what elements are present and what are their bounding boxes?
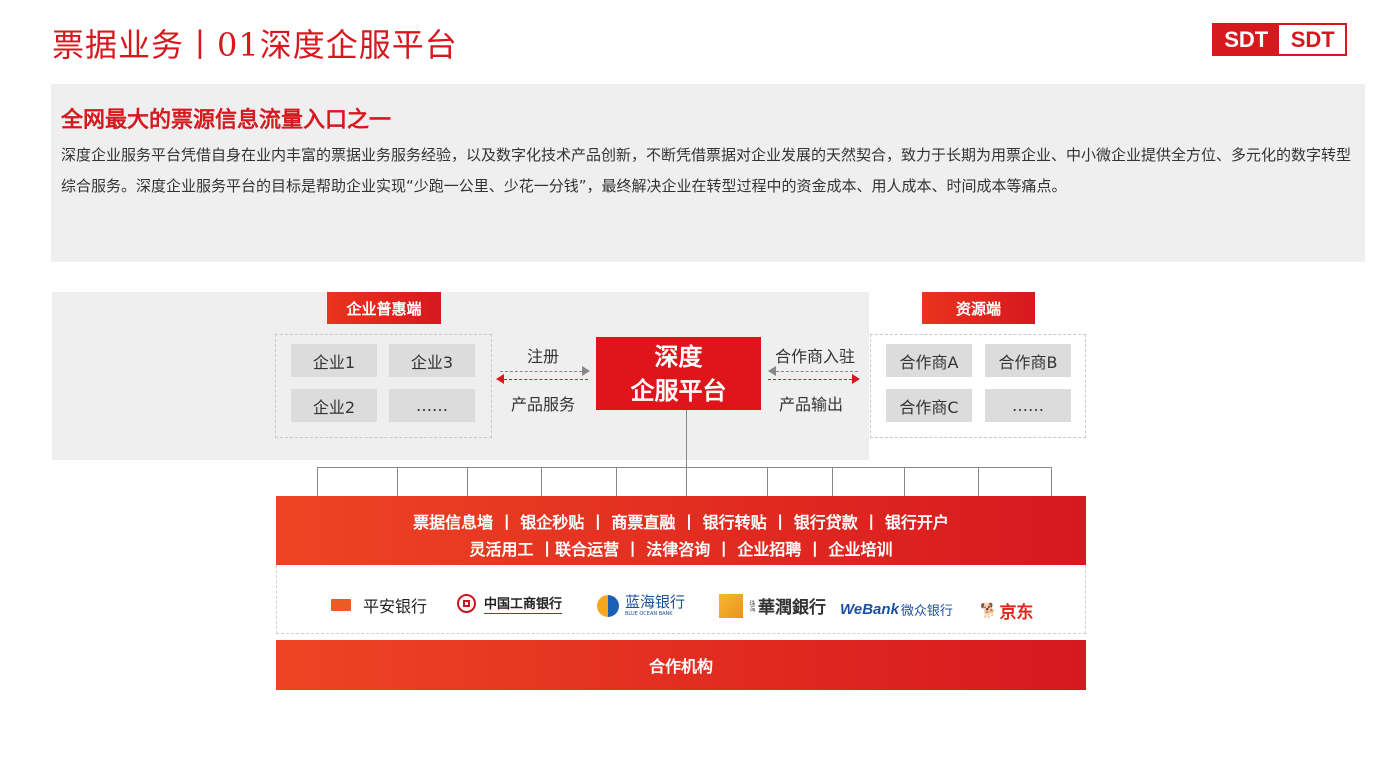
page-title: 票据业务丨01深度企服平台 xyxy=(52,26,458,64)
intro-heading: 全网最大的票源信息流量入口之一 xyxy=(61,108,392,133)
label-product-output: 产品输出 xyxy=(779,395,844,414)
connector-drop xyxy=(616,467,617,496)
tag-enterprise: 企业普惠端 xyxy=(327,292,441,324)
enterprise-chip: 企业3 xyxy=(389,344,475,377)
arrow-right-icon xyxy=(852,374,860,384)
intro-body: 深度企业服务平台凭借自身在业内丰富的票据业务服务经验，以及数字化技术产品创新，不… xyxy=(61,146,1352,195)
jd-dog-icon: 🐕 xyxy=(980,602,998,619)
sdt-logo: SDT SDT xyxy=(1212,23,1347,56)
connector-drop xyxy=(978,467,979,496)
platform-line-2: 企服平台 xyxy=(630,377,727,405)
lanhai-icon xyxy=(597,595,619,617)
enterprise-chip: 企业2 xyxy=(291,389,377,422)
partner-institutions-bar: 合作机构 xyxy=(276,640,1086,690)
connector-trunk xyxy=(686,410,687,496)
huarun-icon xyxy=(719,593,743,618)
platform-box: 深度 企服平台 xyxy=(596,337,761,410)
huarun-logo: 珠海 華潤銀行 xyxy=(719,593,826,618)
connector-drop xyxy=(904,467,905,496)
icbc-logo: 中国工商银行 xyxy=(457,593,563,614)
connector-bar xyxy=(317,467,1052,468)
lanhai-logo: 蓝海银行 BLUE OCEAN BANK xyxy=(597,595,685,617)
pingan-logo: 平安银行 xyxy=(331,593,427,617)
connector-drop xyxy=(1051,467,1052,496)
pingan-icon xyxy=(331,599,351,611)
connector-drop xyxy=(317,467,318,496)
webank-logo: WeBank 微众银行 xyxy=(840,600,953,619)
platform-line-1: 深度 xyxy=(654,343,703,371)
arrow-output-line xyxy=(768,379,852,380)
partner-chip: 合作商A xyxy=(886,344,972,377)
label-partner-join: 合作商入驻 xyxy=(775,347,856,366)
webank-cn-name: 微众银行 xyxy=(900,604,953,619)
jd-logo: 🐕 京东 xyxy=(980,598,1034,624)
partner-chip: …… xyxy=(985,389,1071,422)
logo-text-right: SDT xyxy=(1278,25,1345,54)
logo-text-left: SDT xyxy=(1214,25,1279,54)
partner-logos: 平安银行 中国工商银行 蓝海银行 BLUE OCEAN BANK 珠海 華潤銀行… xyxy=(276,565,1086,634)
arrow-service-line xyxy=(504,379,588,380)
tag-resource: 资源端 xyxy=(922,292,1035,324)
services-row-1: 票据信息墙 丨 银企秒贴 丨 商票直融 丨 银行转贴 丨 银行贷款 丨 银行开户 xyxy=(413,513,949,532)
lanhai-name: 蓝海银行 xyxy=(625,593,686,611)
jd-name: 京东 xyxy=(999,603,1034,623)
enterprise-chip: 企业1 xyxy=(291,344,377,377)
arrow-left-icon xyxy=(496,374,504,384)
pingan-name: 平安银行 xyxy=(363,597,428,616)
huarun-small: 珠海 xyxy=(748,599,755,612)
arrow-left-icon xyxy=(768,366,776,376)
label-register: 注册 xyxy=(527,347,560,366)
services-row-2: 灵活用工 丨联合运营 丨 法律咨询 丨 企业招聘 丨 企业培训 xyxy=(469,540,893,559)
partner-chip: 合作商B xyxy=(985,344,1071,377)
services-bar: 票据信息墙 丨 银企秒贴 丨 商票直融 丨 银行转贴 丨 银行贷款 丨 银行开户… xyxy=(276,496,1086,565)
webank-name: WeBank xyxy=(840,601,899,618)
intro-panel: 全网最大的票源信息流量入口之一 深度企业服务平台凭借自身在业内丰富的票据业务服务… xyxy=(51,84,1365,262)
connector-drop xyxy=(541,467,542,496)
arrow-right-icon xyxy=(582,366,590,376)
partner-chip: 合作商C xyxy=(886,389,972,422)
arrow-register-line xyxy=(500,371,582,372)
icbc-name: 中国工商银行 xyxy=(484,593,563,614)
connector-drop xyxy=(832,467,833,496)
connector-drop xyxy=(767,467,768,496)
enterprise-chip: …… xyxy=(389,389,475,422)
connector-drop xyxy=(467,467,468,496)
arrow-join-line xyxy=(776,371,858,372)
icbc-icon xyxy=(457,594,476,613)
huarun-name: 華潤銀行 xyxy=(758,598,826,618)
connector-drop xyxy=(397,467,398,496)
lanhai-english: BLUE OCEAN BANK xyxy=(625,611,673,617)
label-product-service: 产品服务 xyxy=(511,395,576,414)
